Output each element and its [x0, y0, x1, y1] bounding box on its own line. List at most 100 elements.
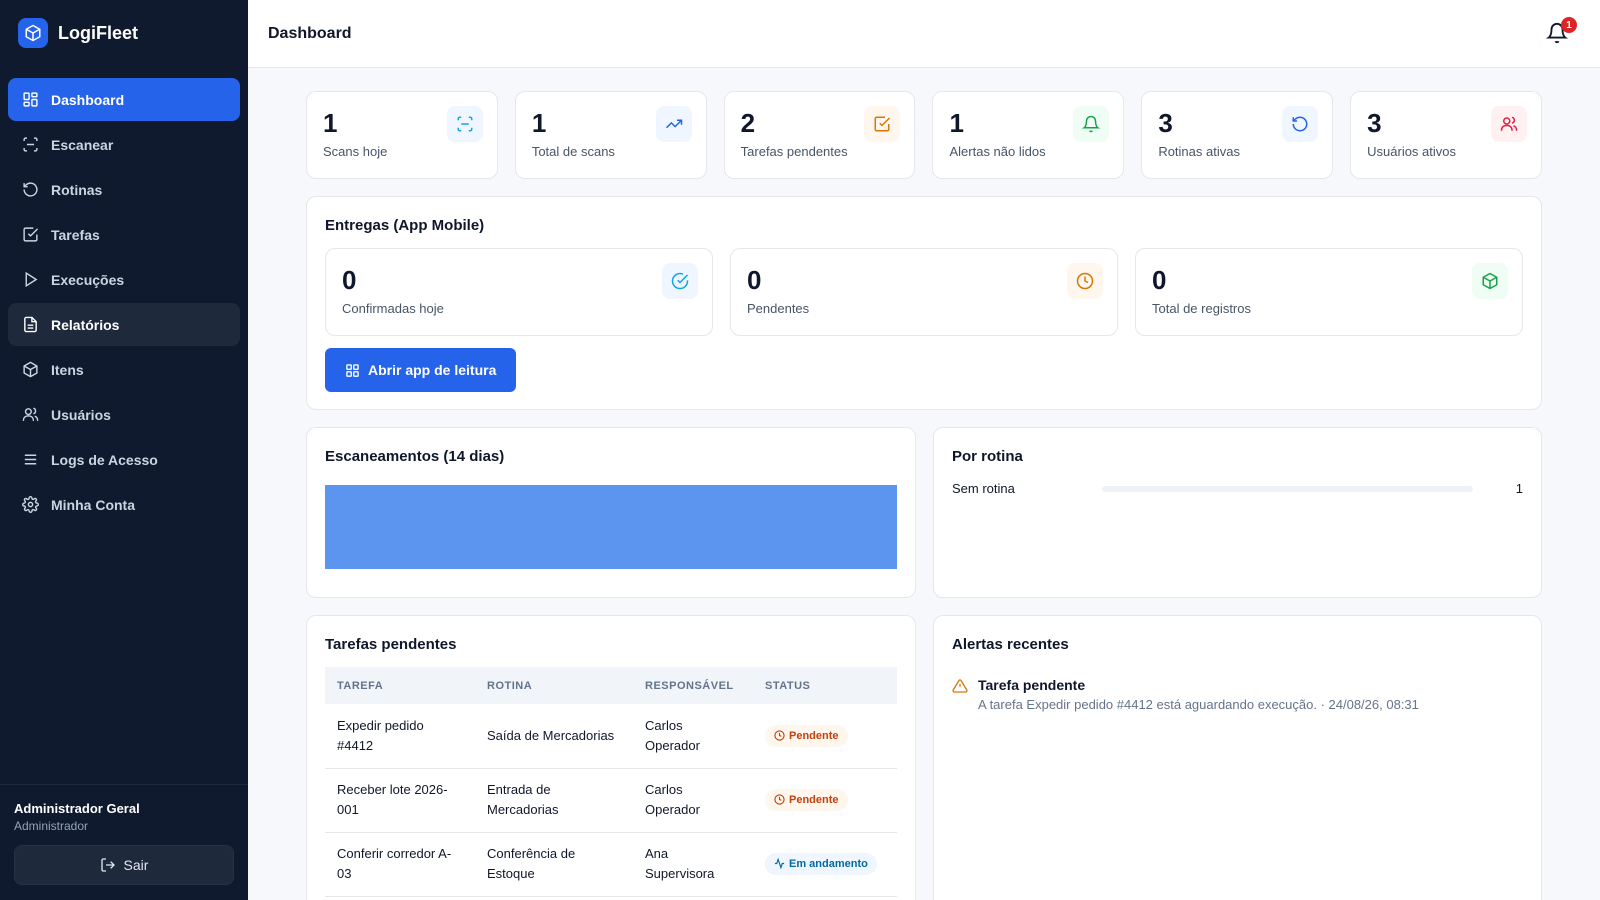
stat-label: Alertas não lidos	[949, 144, 1046, 159]
table-row[interactable]: Conferir corredor A-03 Conferência de Es…	[325, 832, 897, 897]
stat-label: Scans hoje	[323, 144, 388, 159]
button-label: Abrir app de leitura	[368, 362, 497, 378]
sidebar-item-execucoes[interactable]: Execuções	[8, 258, 240, 301]
sidebar-item-label: Rotinas	[51, 181, 103, 198]
gear-icon	[21, 496, 39, 514]
rotate-icon	[1282, 106, 1319, 142]
stat-label: Pendentes	[747, 301, 810, 316]
routine-row: Sem rotina 1	[952, 481, 1523, 496]
sidebar-item-label: Escanear	[51, 136, 114, 153]
stat-label: Total de registros	[1152, 301, 1251, 316]
play-icon	[21, 271, 39, 289]
status-label: Pendente	[789, 793, 839, 806]
main-content: 1 Scans hoje 1 Total de scans 2 Tarefas …	[306, 91, 1542, 900]
bell-icon	[1073, 106, 1110, 142]
sidebar-item-dashboard[interactable]: Dashboard	[8, 78, 240, 121]
box-icon	[21, 361, 39, 379]
task-name: Receber lote 2026-001	[325, 768, 475, 833]
sidebar-item-label: Itens	[51, 361, 84, 378]
topbar: Dashboard 1	[248, 0, 1600, 68]
status-label: Em andamento	[789, 857, 868, 870]
sidebar-nav: Dashboard Escanear Rotinas Tarefas Execu…	[0, 66, 248, 526]
task-status: Em andamento	[753, 832, 897, 897]
checkbox-icon	[21, 226, 39, 244]
delivery-card-pendentes: 0 Pendentes	[730, 248, 1118, 336]
task-routine: Entrada de Mercadorias	[475, 768, 633, 833]
sidebar-item-escanear[interactable]: Escanear	[8, 123, 240, 166]
checkbox-icon	[864, 106, 901, 142]
sidebar-item-itens[interactable]: Itens	[8, 348, 240, 391]
scans-chart-panel: Escaneamentos (14 dias)	[306, 427, 916, 598]
column-header: RESPONSÁVEL	[645, 679, 734, 692]
scan-icon	[446, 106, 483, 142]
routines-panel: Por rotina Sem rotina 1	[933, 427, 1542, 598]
scans-chart	[325, 485, 897, 569]
stat-value: 0	[1152, 265, 1167, 295]
stat-card-usuarios-ativos: 3 Usuários ativos	[1350, 91, 1542, 179]
charts-row: Escaneamentos (14 dias) Por rotina Sem r…	[306, 427, 1542, 598]
sidebar-item-tarefas[interactable]: Tarefas	[8, 213, 240, 256]
panel-title: Tarefas pendentes	[325, 636, 457, 653]
deliveries-row: 0 Confirmadas hoje 0 Pendentes 0 Total d…	[325, 248, 1523, 336]
alerts-panel: Alertas recentes Tarefa pendente A taref…	[933, 615, 1542, 900]
task-owner: Carlos Operador	[633, 704, 753, 769]
stat-card-total-scans: 1 Total de scans	[514, 91, 707, 179]
stat-card-tarefas-pendentes: 2 Tarefas pendentes	[723, 91, 916, 179]
notifications-button[interactable]: 1	[1545, 17, 1577, 46]
delivery-card-confirmadas: 0 Confirmadas hoje	[325, 248, 713, 336]
users-icon	[21, 406, 39, 424]
sidebar-item-label: Relatórios	[51, 316, 120, 333]
sidebar-item-usuarios[interactable]: Usuários	[8, 393, 240, 436]
panel-title: Alertas recentes	[952, 636, 1069, 653]
clock-icon	[774, 730, 785, 741]
trending-up-icon	[655, 106, 692, 142]
task-routine: Saída de Mercadorias	[475, 704, 633, 769]
table-row[interactable]: Receber lote 2026-001 Entrada de Mercado…	[325, 768, 897, 833]
stat-card-scans-hoje: 1 Scans hoje	[306, 91, 498, 179]
warning-icon	[952, 677, 978, 712]
notification-badge: 1	[1561, 17, 1577, 33]
list-icon	[21, 451, 39, 469]
alert-item[interactable]: Tarefa pendente A tarefa Expedir pedido …	[952, 677, 1523, 712]
alert-text: A tarefa Expedir pedido #4412 está aguar…	[978, 697, 1419, 712]
stat-label: Usuários ativos	[1367, 144, 1457, 159]
sidebar: LogiFleet Dashboard Escanear Rotinas Tar…	[0, 0, 248, 900]
stat-label: Total de scans	[531, 144, 615, 159]
sidebar-item-logs[interactable]: Logs de Acesso	[8, 438, 240, 481]
check-circle-icon	[662, 263, 698, 299]
sidebar-item-rotinas[interactable]: Rotinas	[8, 168, 240, 211]
stat-card-rotinas-ativas: 3 Rotinas ativas	[1141, 91, 1334, 179]
box-icon	[1472, 263, 1508, 299]
sidebar-item-relatorios[interactable]: Relatórios	[8, 303, 240, 346]
tasks-table: TAREFA ROTINA RESPONSÁVEL STATUS Expedir…	[325, 667, 897, 897]
tasks-alerts-row: Tarefas pendentes TAREFA ROTINA RESPONSÁ…	[306, 615, 1542, 900]
user-name: Administrador Geral	[14, 801, 140, 816]
stat-label: Confirmadas hoje	[342, 301, 444, 316]
column-header: TAREFA	[337, 679, 384, 692]
sidebar-item-label: Dashboard	[51, 91, 125, 108]
logout-label: Sair	[123, 857, 149, 873]
table-row[interactable]: Expedir pedido #4412 Saída de Mercadoria…	[325, 704, 897, 769]
rotate-icon	[21, 181, 39, 199]
task-routine: Conferência de Estoque	[475, 832, 633, 897]
box-icon	[18, 18, 48, 48]
brand[interactable]: LogiFleet	[0, 0, 248, 66]
scan-icon	[21, 136, 39, 154]
sidebar-item-label: Tarefas	[51, 226, 100, 243]
column-header: ROTINA	[487, 679, 533, 692]
delivery-card-total: 0 Total de registros	[1135, 248, 1523, 336]
grid-icon	[346, 363, 359, 377]
open-reader-app-button[interactable]: Abrir app de leitura	[325, 348, 517, 392]
status-badge: Pendente	[765, 788, 848, 811]
stat-card-alertas: 1 Alertas não lidos	[932, 91, 1125, 179]
clock-icon	[1067, 263, 1103, 299]
panel-title: Por rotina	[952, 448, 1023, 465]
logout-button[interactable]: Sair	[14, 845, 234, 885]
sidebar-item-minha-conta[interactable]: Minha Conta	[8, 483, 240, 526]
grid-icon	[21, 91, 39, 109]
deliveries-panel: Entregas (App Mobile) 0 Confirmadas hoje…	[306, 196, 1542, 410]
task-name: Expedir pedido #4412	[325, 704, 475, 769]
sidebar-item-label: Minha Conta	[51, 496, 135, 513]
users-icon	[1490, 106, 1527, 142]
sidebar-footer: Administrador Geral Administrador Sair	[0, 784, 248, 900]
